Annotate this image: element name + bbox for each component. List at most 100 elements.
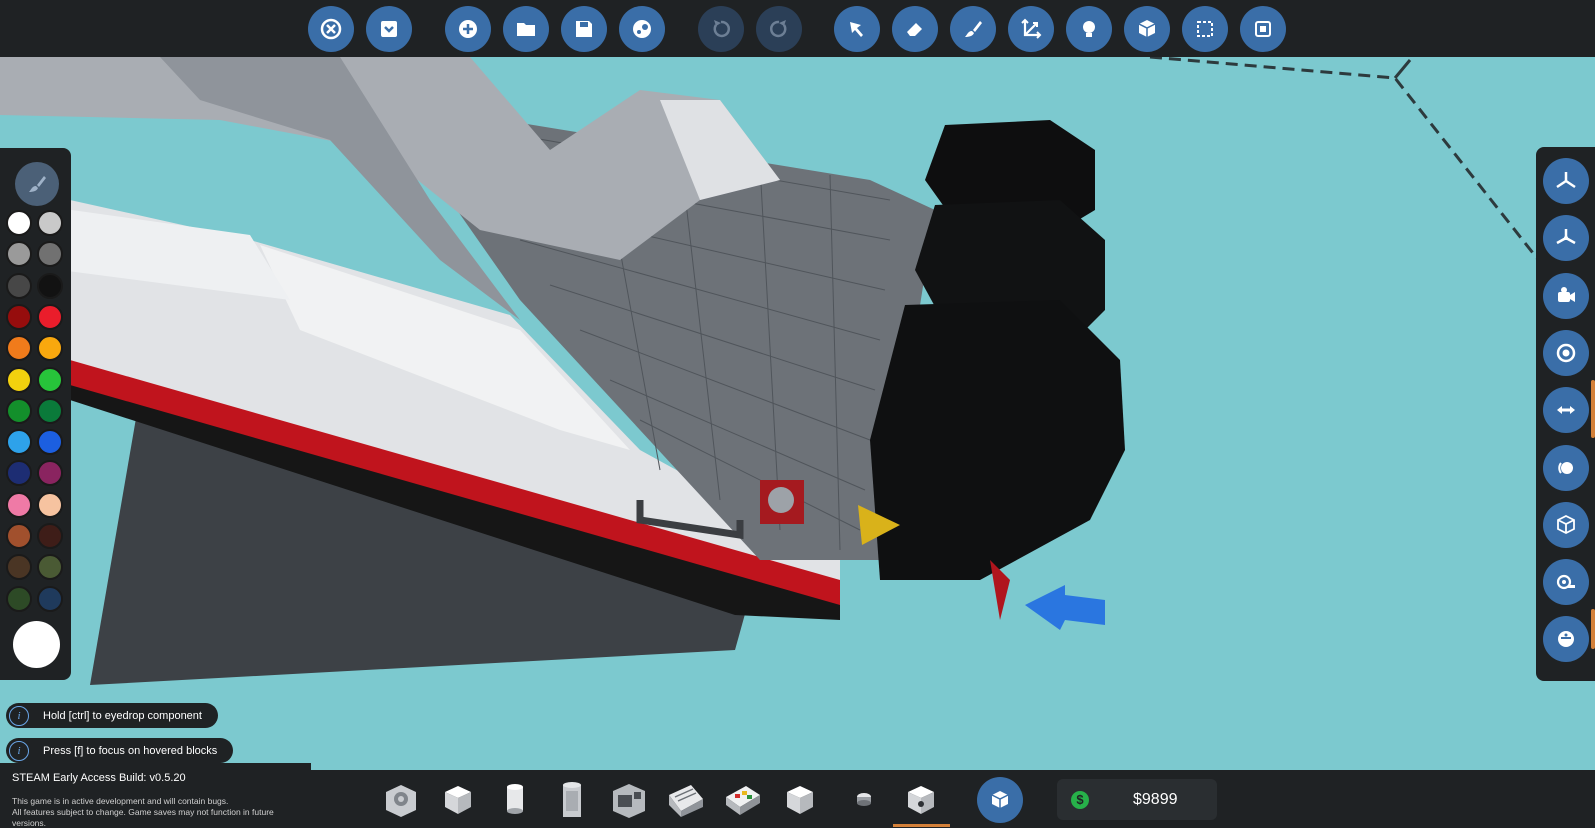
money-amount: $9899 — [1133, 790, 1178, 808]
axis-top-icon — [1556, 172, 1576, 189]
new-button[interactable] — [445, 6, 491, 52]
redo-button[interactable] — [756, 6, 802, 52]
selected-color-swatch[interactable] — [13, 621, 60, 668]
block-view-button[interactable] — [1543, 502, 1589, 548]
top-toolbar — [0, 0, 1595, 57]
save-button[interactable] — [561, 6, 607, 52]
inventory-item-1[interactable] — [376, 775, 426, 825]
steam-workshop-button[interactable] — [619, 6, 665, 52]
mass-button[interactable] — [1543, 616, 1589, 662]
select-tool-button[interactable] — [834, 6, 880, 52]
color-swatch[interactable] — [37, 303, 63, 330]
build-viewport[interactable] — [0, 0, 1595, 828]
color-swatch[interactable] — [6, 303, 32, 330]
close-icon — [320, 18, 342, 40]
selected-item-indicator — [893, 824, 950, 827]
inventory-item-9[interactable] — [839, 775, 889, 825]
color-swatch[interactable] — [6, 397, 32, 424]
circuit-block-icon — [726, 786, 760, 815]
chip-tool-button[interactable] — [1240, 6, 1286, 52]
inventory-item-5[interactable] — [604, 775, 654, 825]
color-swatch[interactable] — [37, 272, 63, 299]
info-icon: i — [9, 740, 29, 761]
plus-icon — [459, 20, 477, 38]
dock-button[interactable] — [366, 6, 412, 52]
color-swatch[interactable] — [6, 241, 32, 268]
build-disclaimer-line: This game is in active development and w… — [12, 796, 229, 806]
flip-button[interactable] — [1543, 387, 1589, 433]
close-button[interactable] — [308, 6, 354, 52]
color-swatch[interactable] — [37, 523, 63, 549]
erase-tool-button[interactable] — [892, 6, 938, 52]
undo-button[interactable] — [698, 6, 744, 52]
color-swatch[interactable] — [37, 335, 63, 362]
redo-icon — [770, 20, 787, 38]
money-display: $ $9899 — [1057, 779, 1217, 820]
color-swatch[interactable] — [6, 460, 32, 487]
inventory-item-7[interactable] — [718, 775, 768, 825]
color-swatch[interactable] — [37, 397, 63, 424]
color-swatch[interactable] — [6, 335, 32, 362]
color-swatch[interactable] — [6, 366, 32, 393]
color-swatch[interactable] — [6, 523, 32, 549]
eraser-icon — [907, 23, 922, 36]
color-swatch[interactable] — [6, 429, 32, 456]
color-swatch[interactable] — [37, 210, 63, 236]
view-top-button[interactable] — [1543, 158, 1589, 204]
color-swatch[interactable] — [37, 585, 63, 612]
cursor-icon — [850, 22, 863, 37]
open-button[interactable] — [503, 6, 549, 52]
color-swatch[interactable] — [37, 366, 63, 393]
color-swatch[interactable] — [6, 272, 32, 299]
eyedrop-hint-text: Hold [ctrl] to eyedrop component — [43, 709, 202, 722]
build-disclaimer: This game is in active development and w… — [12, 796, 299, 828]
eyedrop-hint: i Hold [ctrl] to eyedrop component — [6, 703, 218, 728]
move-axes-icon — [1021, 18, 1042, 39]
inventory-category-button[interactable] — [977, 777, 1023, 823]
color-swatch[interactable] — [6, 210, 32, 236]
panel-scroll-indicator — [1591, 609, 1595, 649]
inventory-item-4[interactable] — [547, 775, 597, 825]
inventory-item-2[interactable] — [433, 775, 483, 825]
color-palette — [0, 148, 71, 680]
rotate-button[interactable] — [1543, 445, 1589, 491]
cylinder-icon — [507, 784, 523, 814]
dock-icon — [381, 21, 397, 37]
gear-block-icon — [386, 785, 416, 817]
camera-button[interactable] — [1543, 273, 1589, 319]
inventory-item-8[interactable] — [775, 775, 825, 825]
selection-box-icon — [1197, 21, 1213, 37]
axis-front-icon — [1556, 229, 1576, 245]
cube-outline-icon — [1557, 514, 1575, 535]
components-button[interactable] — [1124, 6, 1170, 52]
inventory-item-3[interactable] — [490, 775, 540, 825]
inventory-item-6[interactable] — [661, 775, 711, 825]
paint-tool-button[interactable] — [950, 6, 996, 52]
inventory-item-10[interactable] — [896, 775, 946, 825]
color-swatch[interactable] — [6, 491, 32, 518]
selection-tool-button[interactable] — [1182, 6, 1228, 52]
focus-button[interactable] — [1543, 330, 1589, 376]
paint-brush-icon — [965, 21, 982, 37]
view-panel — [1536, 147, 1595, 681]
build-version: STEAM Early Access Build: v0.5.20 — [12, 772, 186, 784]
measure-button[interactable] — [1543, 559, 1589, 605]
weight-icon — [1558, 631, 1574, 647]
logic-tool-button[interactable] — [1066, 6, 1112, 52]
white-block-icon — [787, 786, 813, 814]
rotate-icon — [1558, 462, 1573, 474]
color-swatch[interactable] — [37, 429, 63, 456]
undo-icon — [713, 20, 730, 38]
paint-brush-button[interactable] — [15, 162, 59, 206]
target-icon — [1556, 343, 1576, 363]
move-tool-button[interactable] — [1008, 6, 1054, 52]
machine-block-icon — [613, 784, 645, 818]
slope-block-icon — [669, 785, 703, 817]
color-swatch[interactable] — [6, 585, 32, 612]
view-axes-button[interactable] — [1543, 215, 1589, 261]
color-swatch[interactable] — [37, 554, 63, 581]
color-swatch[interactable] — [37, 460, 63, 487]
color-swatch[interactable] — [37, 491, 63, 518]
color-swatch[interactable] — [6, 554, 32, 581]
color-swatch[interactable] — [37, 241, 63, 268]
